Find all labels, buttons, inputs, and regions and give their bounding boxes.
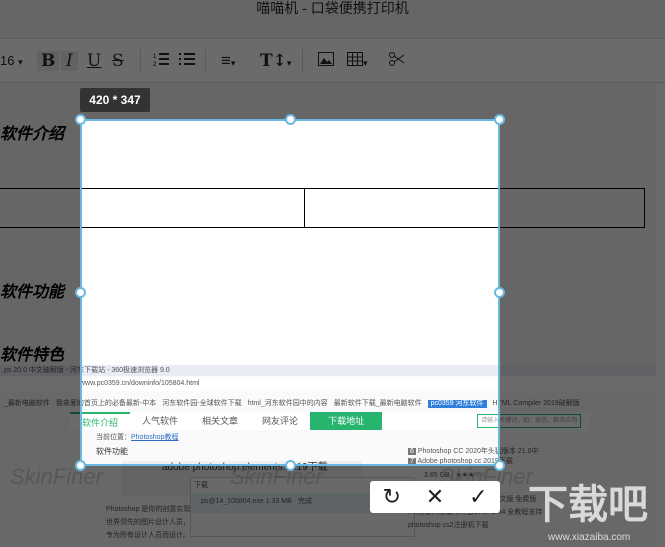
italic-button[interactable]: I <box>61 51 78 71</box>
brand-url: www.xiazaiba.com <box>548 532 631 543</box>
scissors-icon <box>389 52 405 66</box>
line-height-icon: T↕ <box>260 51 287 71</box>
browser-tab[interactable]: HTML Compiler 2019破解版 <box>493 400 580 408</box>
crop-actions: ↻ ✕ ✓ <box>370 481 500 513</box>
ordered-list-button[interactable]: 12 <box>153 51 169 72</box>
resize-handle-e[interactable] <box>494 287 505 298</box>
svg-text:1: 1 <box>153 54 157 60</box>
chevron-down-icon: ▾ <box>18 57 23 67</box>
resize-handle-n[interactable] <box>285 114 296 125</box>
file-name: ps@14_105804.exe <box>201 498 264 505</box>
insert-image-button[interactable] <box>318 51 334 71</box>
watermark: SkinFiner <box>10 464 103 489</box>
align-select[interactable]: ≡▾ <box>221 51 235 73</box>
resize-handle-s[interactable] <box>285 460 296 471</box>
confirm-icon[interactable]: ✓ <box>469 484 487 510</box>
scrollbar[interactable] <box>656 84 665 547</box>
table-icon <box>347 52 363 66</box>
cancel-icon[interactable]: ✕ <box>426 484 444 510</box>
resize-handle-se[interactable] <box>494 460 505 471</box>
file-size: 1.33 MB · 完成 <box>265 498 313 505</box>
chevron-down-icon: ▾ <box>286 59 292 69</box>
resize-handle-nw[interactable] <box>75 114 86 125</box>
selection-size-label: 420 * 347 <box>80 88 150 112</box>
font-size-value: 16 <box>0 53 15 68</box>
line-height-select[interactable]: T↕▾ <box>260 51 291 74</box>
underline-button[interactable]: U <box>87 51 101 71</box>
resize-handle-sw[interactable] <box>75 460 86 471</box>
align-icon: ≡ <box>221 51 231 70</box>
heading-highlights: 软件特色 <box>0 345 65 364</box>
bold-button[interactable]: B <box>37 51 60 71</box>
ordered-list-icon: 12 <box>153 53 169 68</box>
list-item[interactable]: photoshop cs2注册机下载 <box>408 521 542 531</box>
resize-handle-w[interactable] <box>75 287 86 298</box>
resize-handle-ne[interactable] <box>494 114 505 125</box>
heading-intro: 软件介绍 <box>0 124 65 143</box>
chevron-down-icon: ▾ <box>230 58 236 68</box>
svg-text:2: 2 <box>153 62 157 67</box>
divider <box>140 49 141 73</box>
chevron-down-icon: ▾ <box>363 58 368 68</box>
window-title: 喵喵机 - 口袋便携打印机 <box>256 0 409 16</box>
divider <box>302 49 303 73</box>
watermark: SkinFiner <box>230 464 323 489</box>
divider <box>205 49 206 73</box>
brand-logo: 下载吧 <box>528 483 648 527</box>
heading-features: 软件功能 <box>0 282 65 301</box>
unordered-list-icon <box>179 53 195 65</box>
image-icon <box>318 52 334 66</box>
strikethrough-button[interactable]: S <box>112 51 124 71</box>
cut-button[interactable] <box>389 51 405 71</box>
rotate-icon[interactable]: ↻ <box>382 484 400 510</box>
insert-table-button[interactable]: ▾ <box>347 51 368 73</box>
editor-toolbar: 16 ▾ B I U S 12 ≡▾ T↕▾ ▾ <box>0 38 665 83</box>
browser-tab[interactable]: _最新电脑软件 <box>4 400 50 408</box>
font-size-select[interactable]: 16 ▾ <box>0 51 23 72</box>
unordered-list-button[interactable] <box>179 51 195 72</box>
crop-selection[interactable] <box>75 114 505 471</box>
